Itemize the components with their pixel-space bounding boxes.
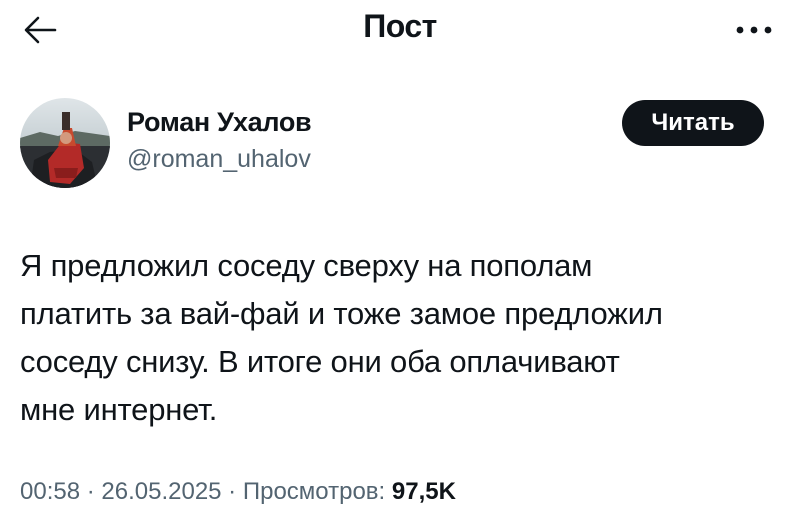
views-label: Просмотров: bbox=[242, 478, 392, 505]
meta-separator: · bbox=[80, 478, 102, 505]
views-count[interactable]: 97,5K bbox=[392, 478, 456, 505]
top-bar: Пост bbox=[0, 0, 800, 60]
author-handle[interactable]: @roman_uhalov bbox=[127, 145, 311, 174]
post-text-line: соседу снизу. В итоге они оба оплачивают bbox=[20, 344, 620, 379]
avatar-photo bbox=[20, 98, 110, 188]
post-time[interactable]: 00:58 bbox=[20, 478, 80, 505]
more-button[interactable] bbox=[730, 12, 778, 48]
post-text-line: Я предложил соседу сверху на пополам bbox=[20, 248, 593, 283]
follow-button[interactable]: Читать bbox=[622, 100, 764, 146]
post-date[interactable]: 26.05.2025 bbox=[101, 478, 221, 505]
post-meta: 00:58 · 26.05.2025 · Просмотров: 97,5K bbox=[20, 478, 456, 506]
post-text: Я предложил соседу сверху на пополам пла… bbox=[20, 242, 790, 434]
avatar[interactable] bbox=[20, 98, 110, 188]
post-text-line: мне интернет. bbox=[20, 392, 218, 427]
author-name[interactable]: Роман Ухалов bbox=[127, 107, 312, 138]
meta-separator: · bbox=[221, 478, 243, 505]
page-title: Пост bbox=[363, 8, 437, 44]
more-horizontal-icon bbox=[736, 26, 772, 34]
post-text-line: платить за вай-фай и тоже замое предложи… bbox=[20, 296, 663, 331]
